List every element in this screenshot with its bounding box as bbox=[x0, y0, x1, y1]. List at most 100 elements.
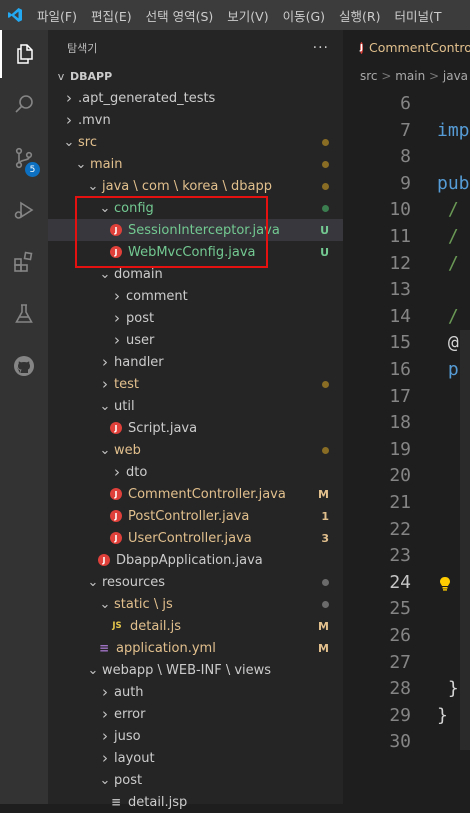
tree-item-label: webapp \ WEB-INF \ views bbox=[102, 662, 272, 678]
chevron-down-icon: ⌄ bbox=[87, 178, 99, 194]
folder-item[interactable]: ⌄ webapp \ WEB-INF \ views bbox=[48, 659, 343, 681]
chevron-down-icon: ⌄ bbox=[99, 442, 111, 458]
file-item[interactable]: J DbappApplication.java bbox=[48, 549, 343, 571]
breadcrumb-item[interactable]: java bbox=[443, 69, 468, 83]
folder-item[interactable]: › .apt_generated_tests bbox=[48, 87, 343, 109]
folder-item[interactable]: ⌄ config bbox=[48, 197, 343, 219]
folder-item[interactable]: ⌄ main bbox=[48, 153, 343, 175]
file-item[interactable]: J Script.java bbox=[48, 417, 343, 439]
folder-item[interactable]: › .mvn bbox=[48, 109, 343, 131]
folder-item[interactable]: › post bbox=[48, 307, 343, 329]
tree-item-label: web bbox=[114, 442, 141, 458]
folder-item[interactable]: › layout bbox=[48, 747, 343, 769]
file-item[interactable]: JS detail.js M bbox=[48, 615, 343, 637]
line-number: 13 bbox=[389, 279, 411, 301]
menu-item[interactable]: 이동(G) bbox=[276, 6, 332, 25]
modified-dot-icon bbox=[322, 446, 329, 454]
java-file-icon: J bbox=[98, 554, 110, 566]
code-line: p bbox=[437, 359, 459, 380]
file-item[interactable]: J UserController.java 3 bbox=[48, 527, 343, 549]
menu-item[interactable]: 선택 영역(S) bbox=[139, 6, 221, 25]
tree-item-label: PostController.java bbox=[128, 508, 250, 524]
folder-item[interactable]: › dto bbox=[48, 461, 343, 483]
chevron-down-icon: ⌄ bbox=[99, 596, 111, 612]
file-item[interactable]: J SessionInterceptor.java U bbox=[48, 219, 343, 241]
menu-item[interactable]: 터미널(T bbox=[388, 6, 449, 25]
file-item[interactable]: J CommentController.java M bbox=[48, 483, 343, 505]
folder-item[interactable]: › test bbox=[48, 373, 343, 395]
chevron-right-icon: › bbox=[114, 309, 120, 327]
git-status-badge: M bbox=[318, 641, 329, 655]
menu-item[interactable]: 보기(V) bbox=[220, 6, 275, 25]
modified-dot-icon bbox=[322, 600, 329, 608]
folder-item[interactable]: ⌄ web bbox=[48, 439, 343, 461]
tree-item-label: .apt_generated_tests bbox=[78, 90, 216, 106]
file-item[interactable]: ≡ application.yml M bbox=[48, 637, 343, 659]
folder-item[interactable]: › juso bbox=[48, 725, 343, 747]
tree-item-label: user bbox=[126, 332, 155, 348]
git-status-badge: M bbox=[318, 619, 329, 633]
folder-item[interactable]: ⌄ java \ com \ korea \ dbapp bbox=[48, 175, 343, 197]
chevron-right-icon: › bbox=[102, 749, 108, 767]
line-number: 7 bbox=[400, 119, 411, 141]
tab-comment-controller[interactable]: J CommentControlle bbox=[343, 30, 470, 65]
folder-item[interactable]: › comment bbox=[48, 285, 343, 307]
folder-item[interactable]: › auth bbox=[48, 681, 343, 703]
chevron-down-icon: ⌄ bbox=[99, 398, 111, 414]
file-item[interactable]: J PostController.java 1 bbox=[48, 505, 343, 527]
git-status-badge: U bbox=[320, 245, 329, 259]
menu-item[interactable]: 편집(E) bbox=[84, 6, 139, 25]
folder-item[interactable]: ⌄ post bbox=[48, 769, 343, 791]
folder-item[interactable]: ⌄ src bbox=[48, 131, 343, 153]
git-status-badge: 1 bbox=[321, 509, 329, 523]
chevron-right-icon: › bbox=[66, 111, 72, 129]
line-number: 30 bbox=[389, 731, 411, 753]
workspace-root[interactable]: v DBAPP bbox=[48, 65, 343, 87]
file-item[interactable]: ≡ detail.jsp bbox=[48, 791, 343, 813]
lightbulb-icon[interactable] bbox=[439, 576, 451, 596]
folder-item[interactable]: › error bbox=[48, 703, 343, 725]
tree-item-label: src bbox=[78, 134, 97, 150]
search-icon[interactable] bbox=[0, 80, 48, 128]
code-line: / bbox=[437, 305, 459, 327]
menu-bar: 파일(F) 편집(E) 선택 영역(S) 보기(V) 이동(G) 실행(R) 터미널(T bbox=[0, 0, 470, 30]
more-actions-icon[interactable]: ··· bbox=[313, 40, 329, 56]
explorer-icon[interactable] bbox=[0, 30, 48, 78]
folder-item[interactable]: ⌄ static \ js bbox=[48, 593, 343, 615]
folder-item[interactable]: ⌄ resources bbox=[48, 571, 343, 593]
chevron-right-icon: › bbox=[114, 331, 120, 349]
chevron-down-icon: ⌄ bbox=[99, 200, 111, 216]
line-number: 20 bbox=[389, 465, 411, 487]
tree-item-label: resources bbox=[102, 574, 166, 590]
line-number: 24 bbox=[389, 571, 411, 593]
tree-item-label: .mvn bbox=[78, 112, 111, 128]
menu-item[interactable]: 실행(R) bbox=[332, 6, 387, 25]
explorer-title: 탐색기 bbox=[67, 41, 98, 55]
chevron-right-icon: › bbox=[102, 683, 108, 701]
scm-badge: 5 bbox=[25, 162, 40, 177]
github-icon[interactable] bbox=[0, 342, 48, 390]
tree-item-label: handler bbox=[114, 354, 164, 370]
folder-item[interactable]: › user bbox=[48, 329, 343, 351]
breadcrumb-item[interactable]: main bbox=[395, 69, 425, 83]
line-number: 19 bbox=[389, 438, 411, 460]
menu-item[interactable]: 파일(F) bbox=[30, 6, 84, 25]
tree-item-label: util bbox=[114, 398, 135, 414]
chevron-down-icon: ⌄ bbox=[87, 662, 99, 678]
breadcrumb-item[interactable]: src bbox=[360, 69, 378, 83]
testing-flask-icon[interactable] bbox=[0, 290, 48, 338]
editor-scrollbar[interactable] bbox=[460, 330, 470, 750]
source-control-icon[interactable]: 5 bbox=[0, 134, 48, 182]
folder-item[interactable]: › handler bbox=[48, 351, 343, 373]
tree-item-label: application.yml bbox=[116, 640, 216, 656]
tree-item-label: CommentController.java bbox=[128, 486, 286, 502]
folder-item[interactable]: ⌄ domain bbox=[48, 263, 343, 285]
extensions-icon[interactable] bbox=[0, 238, 48, 286]
code-line: / bbox=[437, 226, 459, 247]
modified-dot-icon bbox=[322, 380, 329, 388]
code-line: / bbox=[437, 252, 459, 274]
folder-item[interactable]: ⌄ util bbox=[48, 395, 343, 417]
file-item[interactable]: J WebMvcConfig.java U bbox=[48, 241, 343, 263]
git-status-badge: 3 bbox=[321, 531, 329, 545]
run-debug-icon[interactable] bbox=[0, 186, 48, 234]
